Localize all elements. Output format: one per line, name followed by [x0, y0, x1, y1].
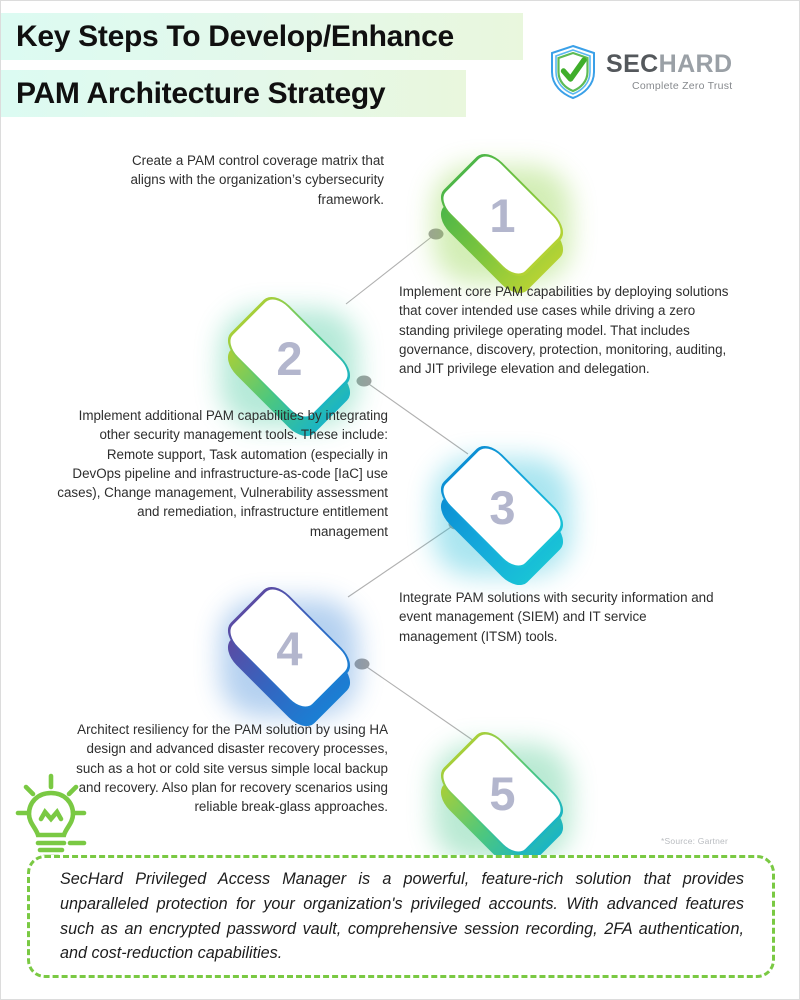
lightbulb-idea-icon: [14, 772, 88, 864]
step-3-text: Implement additional PAM capabilities by…: [57, 408, 388, 539]
step-2-text: Implement core PAM capabilities by deplo…: [399, 284, 729, 377]
step-4-text: Integrate PAM solutions with security in…: [399, 590, 714, 644]
step-1-tile: 1: [417, 130, 587, 301]
logo-hard-text: HARD: [658, 50, 733, 78]
logo-wordmark-block: SECHARD Complete Zero Trust: [606, 52, 733, 93]
product-callout-text: SecHard Privileged Access Manager is a p…: [60, 870, 744, 963]
step-3-number: 3: [489, 480, 515, 534]
logo-wordmark: SECHARD: [606, 52, 732, 77]
logo-sec-text: SEC: [606, 50, 659, 78]
steps-flow: Create a PAM control coverage matrix tha…: [0, 125, 800, 879]
step-5-text: Architect resiliency for the PAM solutio…: [76, 722, 388, 815]
page-title-line-2: PAM Architecture Strategy: [0, 70, 466, 117]
step-4-tile: 4: [204, 563, 374, 734]
step-5-tile: 5: [417, 708, 587, 879]
sechard-logo: SECHARD Complete Zero Trust: [549, 44, 732, 100]
source-note: *Source: Gartner: [661, 836, 728, 846]
step-1-text: Create a PAM control coverage matrix tha…: [130, 153, 384, 207]
page-title-line-1: Key Steps To Develop/Enhance: [0, 13, 523, 60]
page-title-text-1: Key Steps To Develop/Enhance: [16, 19, 454, 53]
product-callout-box: SecHard Privileged Access Manager is a p…: [27, 855, 775, 978]
step-1-number: 1: [489, 188, 515, 242]
step-5-number: 5: [489, 766, 515, 820]
step-3-tile: 3: [417, 422, 587, 593]
step-2-number: 2: [276, 331, 302, 385]
header: Key Steps To Develop/Enhance PAM Archite…: [0, 0, 800, 125]
step-4-number: 4: [276, 621, 302, 675]
page-title-text-2: PAM Architecture Strategy: [16, 76, 386, 110]
logo-tagline: Complete Zero Trust: [631, 80, 733, 92]
shield-check-icon: [549, 44, 597, 100]
